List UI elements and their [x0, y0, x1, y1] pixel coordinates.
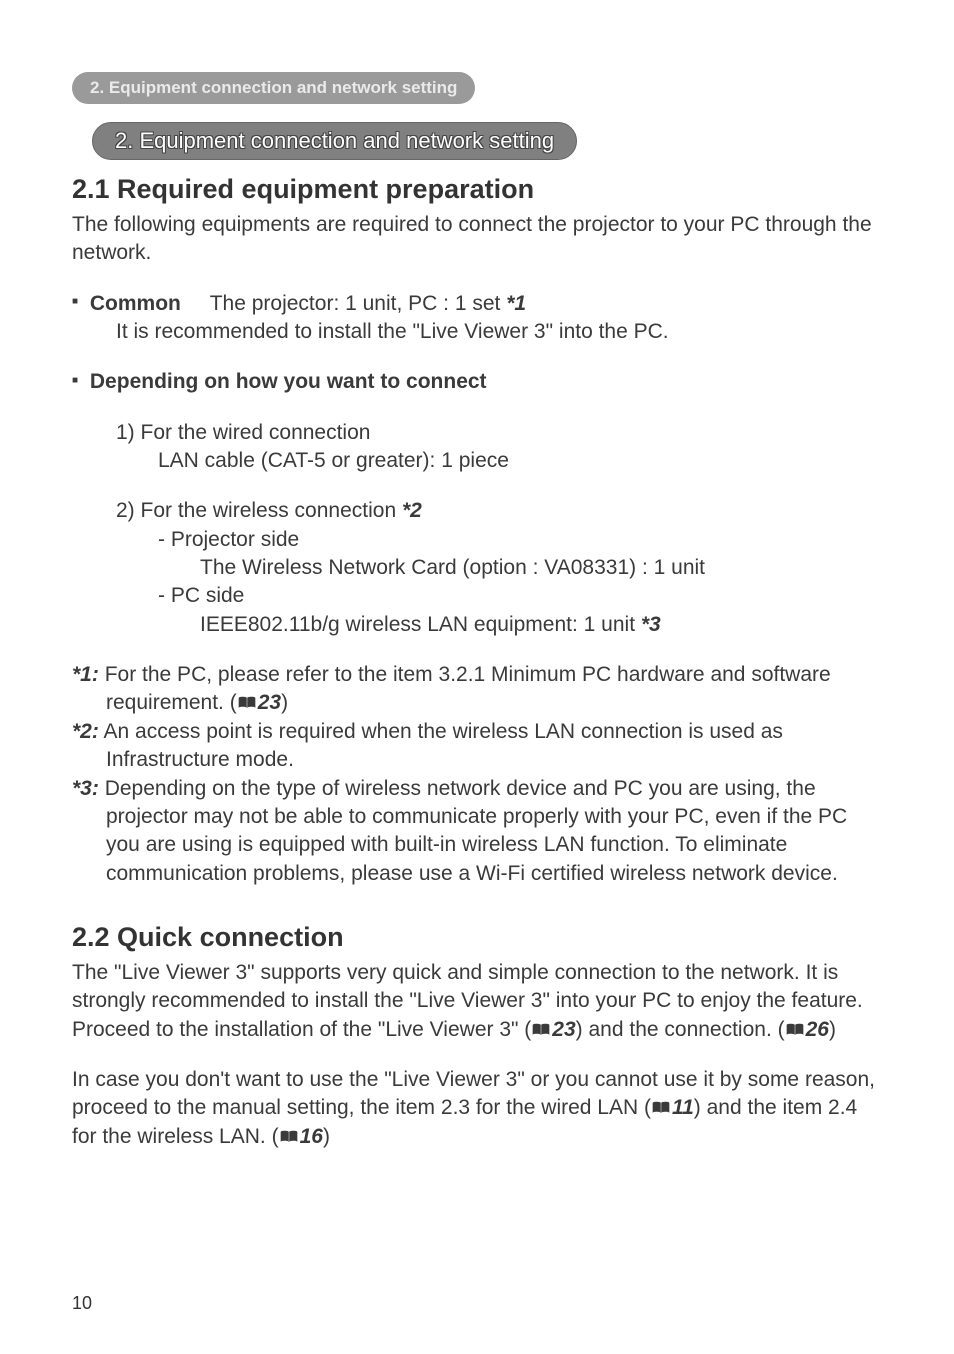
common-star: *1	[506, 292, 526, 315]
note3-text: Depending on the type of wireless networ…	[99, 777, 847, 885]
item2-pc-body-star: *3	[641, 613, 661, 636]
chapter-title: 2. Equipment connection and network sett…	[92, 122, 577, 160]
section-2-2-para1: The "Live Viewer 3" supports very quick …	[72, 959, 882, 1044]
item1-body: LAN cable (CAT-5 or greater): 1 piece	[158, 447, 882, 475]
item2-proj-body: The Wireless Network Card (option : VA08…	[200, 554, 882, 582]
note1-text-post: )	[281, 691, 288, 714]
item2-header-star: *2	[402, 499, 422, 522]
item2-pc-side: - PC side	[158, 582, 882, 610]
note1-text-pre: For the PC, please refer to the item 3.2…	[99, 663, 831, 714]
book-icon	[531, 1023, 551, 1037]
wireless-block: 2) For the wireless connection *2 - Proj…	[72, 497, 882, 639]
book-icon	[785, 1023, 805, 1037]
depending-label: Depending on how you want to connect	[90, 370, 487, 393]
page-number: 10	[72, 1293, 882, 1314]
bullet-icon: ■	[72, 296, 78, 307]
common-label: Common	[90, 292, 181, 315]
note2-star: *2:	[72, 720, 99, 743]
section-2-1-intro: The following equipments are required to…	[72, 211, 882, 268]
depending-block: ■ Depending on how you want to connect	[72, 368, 882, 396]
note3-star: *3:	[72, 777, 99, 800]
item2-proj-side: - Projector side	[158, 526, 882, 554]
item1-header: 1) For the wired connection	[116, 419, 882, 447]
footnotes-block: *1: For the PC, please refer to the item…	[72, 661, 882, 888]
common-note: It is recommended to install the "Live V…	[116, 318, 882, 346]
bullet-icon: ■	[72, 375, 78, 386]
section-2-2-title: 2.2 Quick connection	[72, 922, 882, 953]
wired-block: 1) For the wired connection LAN cable (C…	[72, 419, 882, 476]
book-icon	[279, 1130, 299, 1144]
breadcrumb: 2. Equipment connection and network sett…	[72, 72, 475, 104]
note1-ref: 23	[258, 691, 281, 714]
book-icon	[651, 1101, 671, 1115]
note1-star: *1:	[72, 663, 99, 686]
item2-pc-body: IEEE802.11b/g wireless LAN equipment: 1 …	[200, 613, 641, 636]
note2-text: An access point is required when the wir…	[99, 720, 783, 771]
item2-header: 2) For the wireless connection	[116, 499, 402, 522]
section-2-2-para2: In case you don't want to use the "Live …	[72, 1066, 882, 1151]
section-2-1-title: 2.1 Required equipment preparation	[72, 174, 882, 205]
common-block: ■ Common The projector: 1 unit, PC : 1 s…	[72, 290, 882, 347]
common-text: The projector: 1 unit, PC : 1 set	[210, 292, 506, 315]
book-icon	[237, 696, 257, 710]
